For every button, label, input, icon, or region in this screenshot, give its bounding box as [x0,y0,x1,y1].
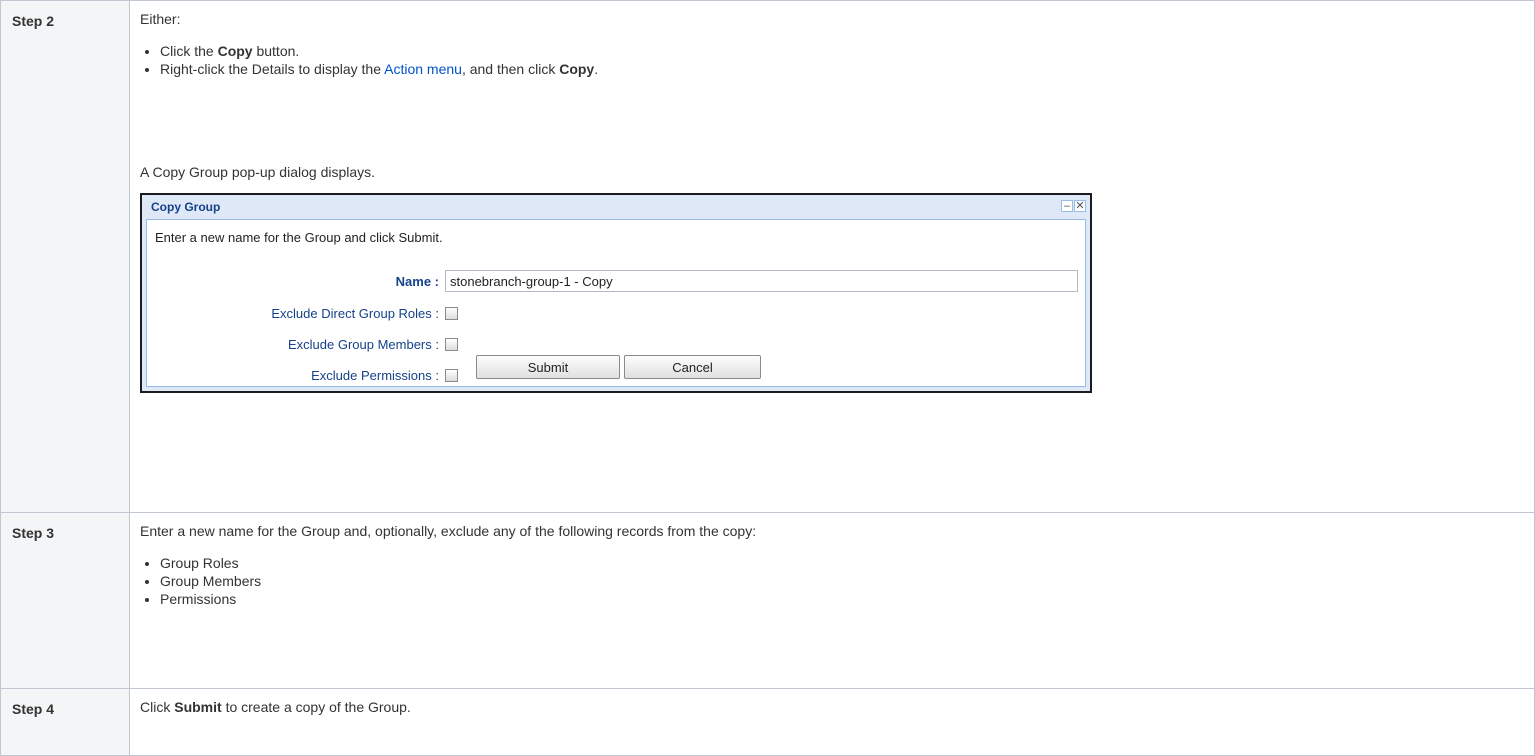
exclude-group-members-row: Exclude Group Members : [147,334,458,354]
exclude-direct-group-roles-row: Exclude Direct Group Roles : [147,303,458,323]
list-item: Right-click the Details to display the A… [160,60,1524,78]
exclude-direct-group-roles-label: Exclude Direct Group Roles : [271,305,439,321]
step-result: A Copy Group pop-up dialog displays. [140,164,376,180]
step-text: Click Submit to create a copy of the Gro… [140,699,411,715]
submit-term: Submit [174,699,222,715]
exclude-permissions-row: Exclude Permissions : [147,365,458,385]
cancel-button[interactable]: Cancel [624,355,761,379]
step-label: Step 3 [0,512,130,689]
dialog-tools: – ✕ [1061,200,1086,212]
list-item: Permissions [160,590,1524,608]
step-label: Step 4 [0,688,130,756]
step-intro: Either: [140,11,181,27]
action-menu-link[interactable]: Action menu [384,61,462,77]
exclude-group-members-label: Exclude Group Members : [287,336,439,352]
name-label: Name : [395,273,439,289]
step-content: Click Submit to create a copy of the Gro… [129,688,1535,756]
list-item: Group Members [160,572,1524,590]
exclude-group-members-checkbox[interactable] [445,337,458,351]
copy-term: Copy [217,43,253,59]
name-input[interactable] [445,270,1078,292]
submit-button[interactable]: Submit [476,355,620,379]
exclude-permissions-checkbox[interactable] [445,368,458,382]
list-item: Click the Copy button. [160,42,1524,60]
copy-group-dialog: Copy Group – ✕ Enter a new name for the … [140,193,1092,393]
list-item: Group Roles [160,554,1524,572]
copy-term: Copy [559,61,595,77]
dialog-title: Copy Group [142,195,1090,217]
steps-table: Step 2 Either: Click the Copy button. Ri… [0,0,1535,756]
exclude-direct-group-roles-checkbox[interactable] [445,306,458,320]
minimize-icon[interactable]: – [1061,200,1073,212]
step-content: Either: Click the Copy button. Right-cli… [129,0,1535,513]
step-intro: Enter a new name for the Group and, opti… [140,523,757,539]
step-content: Enter a new name for the Group and, opti… [129,512,1535,689]
exclude-permissions-label: Exclude Permissions : [311,367,439,383]
step-row: Step 4 Click Submit to create a copy of … [0,688,1535,756]
step-row: Step 3 Enter a new name for the Group an… [0,512,1535,689]
bullet-list: Group Roles Group Members Permissions [140,554,1524,608]
step-row: Step 2 Either: Click the Copy button. Ri… [0,0,1535,513]
dialog-message: Enter a new name for the Group and click… [155,230,443,245]
close-icon[interactable]: ✕ [1074,200,1086,212]
dialog-body: Enter a new name for the Group and click… [146,219,1086,387]
step-label: Step 2 [0,0,130,513]
bullet-list: Click the Copy button. Right-click the D… [140,42,1524,78]
name-row: Name : [147,270,1078,292]
